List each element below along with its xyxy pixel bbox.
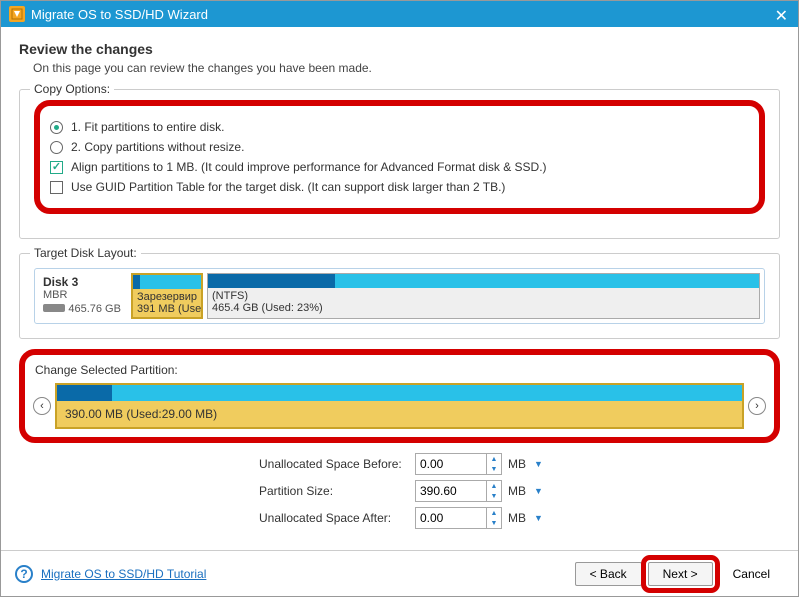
unalloc-before-spinner[interactable]: ▲▼ <box>415 453 502 475</box>
disk-icon <box>43 304 65 312</box>
tutorial-link[interactable]: Migrate OS to SSD/HD Tutorial <box>41 567 206 581</box>
disk-size: 465.76 GB <box>68 303 121 315</box>
back-button[interactable]: < Back <box>575 562 642 586</box>
disk-layout-row: Disk 3 MBR 465.76 GB Зарезервир 391 MB (… <box>34 268 765 324</box>
unit-mb: MB <box>508 457 526 471</box>
partition-slider[interactable]: 390.00 MB (Used:29.00 MB) <box>55 383 744 429</box>
unalloc-before-input[interactable] <box>416 457 486 471</box>
app-icon <box>9 6 25 22</box>
partition-ntfs[interactable]: (NTFS) 465.4 GB (Used: 23%) <box>207 273 760 319</box>
partition-size-spinner[interactable]: ▲▼ <box>415 480 502 502</box>
target-layout-legend: Target Disk Layout: <box>30 246 141 260</box>
checkbox-guid[interactable] <box>50 181 63 194</box>
cancel-button[interactable]: Cancel <box>719 563 784 585</box>
unalloc-after-label: Unallocated Space After: <box>19 511 415 525</box>
next-button[interactable]: Next > <box>648 562 713 586</box>
highlight-copy-options: 1. Fit partitions to entire disk. 2. Cop… <box>34 100 765 214</box>
unalloc-after-spinner[interactable]: ▲▼ <box>415 507 502 529</box>
checkbox-align-1mb[interactable] <box>50 161 63 174</box>
radio-noresize-label: 2. Copy partitions without resize. <box>71 140 244 154</box>
footer: ? Migrate OS to SSD/HD Tutorial < Back N… <box>1 550 798 596</box>
scroll-left-button[interactable]: ‹ <box>33 397 51 415</box>
copy-options-legend: Copy Options: <box>30 82 114 96</box>
help-icon[interactable]: ? <box>15 565 33 583</box>
partition-reserved[interactable]: Зарезервир 391 MB (Use <box>131 273 203 319</box>
unit-mb: MB <box>508 511 526 525</box>
unit-dropdown-icon[interactable]: ▼ <box>532 513 545 523</box>
disk-info: Disk 3 MBR 465.76 GB <box>39 273 127 319</box>
change-partition-group: Change Selected Partition: ‹ 390.00 MB (… <box>35 363 764 429</box>
unit-dropdown-icon[interactable]: ▼ <box>532 459 545 469</box>
partition-size-input[interactable] <box>416 484 486 498</box>
partition-size-label: Partition Size: <box>19 484 415 498</box>
spin-up-icon[interactable]: ▲ <box>487 454 501 464</box>
part2-size: 465.4 GB (Used: 23%) <box>212 302 755 314</box>
unalloc-before-label: Unallocated Space Before: <box>19 457 415 471</box>
checkbox-align-label: Align partitions to 1 MB. (It could impr… <box>71 160 547 174</box>
checkbox-guid-label: Use GUID Partition Table for the target … <box>71 180 505 194</box>
spin-up-icon[interactable]: ▲ <box>487 508 501 518</box>
highlight-change-partition: Change Selected Partition: ‹ 390.00 MB (… <box>19 349 780 443</box>
change-partition-legend: Change Selected Partition: <box>35 363 764 377</box>
part1-size: 391 MB (Use <box>137 303 197 315</box>
radio-fit-partitions[interactable] <box>50 121 63 134</box>
unit-dropdown-icon[interactable]: ▼ <box>532 486 545 496</box>
unalloc-after-input[interactable] <box>416 511 486 525</box>
close-icon[interactable]: ✕ <box>775 6 788 26</box>
disk-type: MBR <box>43 289 123 301</box>
window-title: Migrate OS to SSD/HD Wizard <box>31 7 208 22</box>
unit-mb: MB <box>508 484 526 498</box>
copy-options-group: Copy Options: 1. Fit partitions to entir… <box>19 89 780 239</box>
disk-name: Disk 3 <box>43 275 123 289</box>
radio-copy-noresize[interactable] <box>50 141 63 154</box>
spin-down-icon[interactable]: ▼ <box>487 518 501 528</box>
page-heading: Review the changes <box>19 41 780 57</box>
page-subheading: On this page you can review the changes … <box>33 61 780 75</box>
part2-name: (NTFS) <box>212 290 755 302</box>
radio-fit-label: 1. Fit partitions to entire disk. <box>71 120 224 134</box>
spin-up-icon[interactable]: ▲ <box>487 481 501 491</box>
slider-label: 390.00 MB (Used:29.00 MB) <box>57 401 742 427</box>
part1-name: Зарезервир <box>137 291 197 303</box>
spin-down-icon[interactable]: ▼ <box>487 464 501 474</box>
spin-down-icon[interactable]: ▼ <box>487 491 501 501</box>
titlebar: Migrate OS to SSD/HD Wizard ✕ <box>1 1 798 27</box>
target-disk-layout-group: Target Disk Layout: Disk 3 MBR 465.76 GB… <box>19 253 780 339</box>
scroll-right-button[interactable]: › <box>748 397 766 415</box>
